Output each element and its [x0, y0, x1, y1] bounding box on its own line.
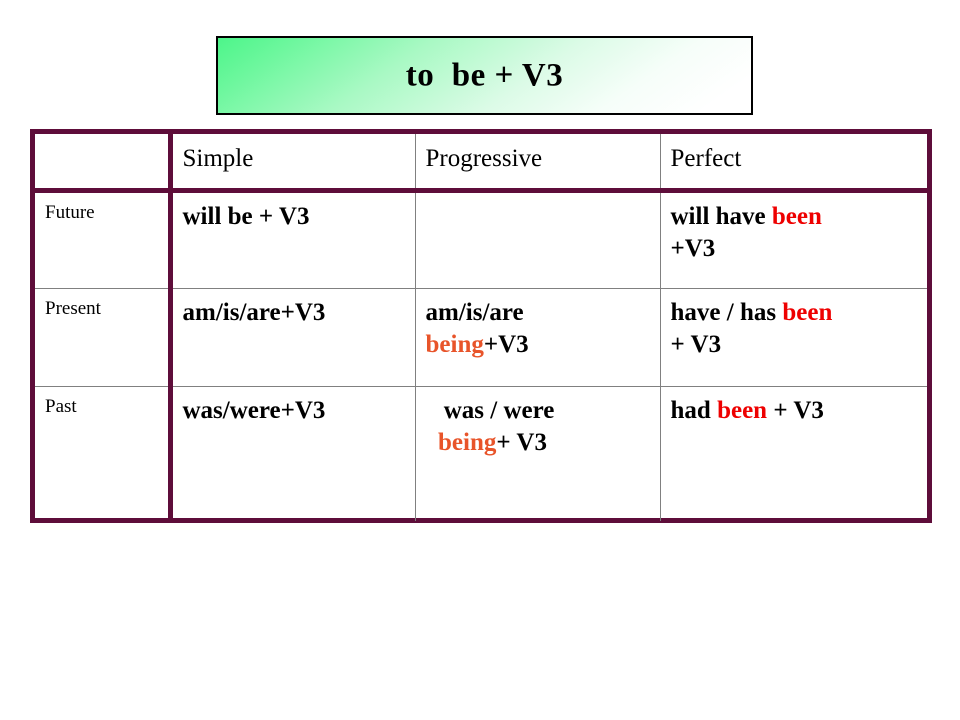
row-label-present: Present [35, 288, 173, 387]
cell-future-progressive [415, 190, 661, 289]
column-header-progressive: Progressive [415, 134, 661, 193]
cell-text: had been + V3 [671, 397, 824, 424]
text-run: had [670, 396, 718, 424]
column-header-simple: Simple [170, 134, 416, 193]
cell-text: am/is/are+V3 [183, 299, 326, 326]
cell-text: have / has been + V3 [671, 299, 833, 358]
cell-text: was / were being+ V3 [426, 397, 554, 456]
row-label-past: Past [35, 386, 173, 521]
text-run: being [425, 330, 484, 358]
cell-present-progressive: am/is/are being+V3 [415, 288, 661, 387]
tense-table: Simple Progressive Perfect Future will b… [30, 129, 932, 523]
table-header-row: Simple Progressive Perfect [35, 134, 927, 193]
cell-past-perfect: had been + V3 [660, 386, 927, 521]
cell-future-simple: will be + V3 [170, 190, 416, 289]
text-run: +V3 [483, 330, 529, 358]
table-row: Present am/is/are+V3 am/is/are being+V3 … [35, 288, 927, 387]
column-header-perfect: Perfect [660, 134, 927, 193]
cell-text: will be + V3 [183, 203, 310, 230]
cell-future-perfect: will have been +V3 [660, 190, 927, 289]
text-run: +V3 [670, 234, 716, 262]
table-row: Past was/were+V3 was / were being+ V3 ha… [35, 386, 927, 521]
text-run: will have [670, 202, 772, 230]
cell-text: am/is/are being+V3 [426, 299, 529, 358]
page-title: to be + V3 [405, 57, 564, 93]
text-run: am/is/are+V3 [182, 298, 326, 326]
text-run: was/were+V3 [182, 396, 326, 424]
text-run: am/is/are [425, 298, 524, 326]
cell-present-perfect: have / has been + V3 [660, 288, 927, 387]
table-body: Simple Progressive Perfect Future will b… [35, 134, 927, 521]
text-run: have / has [670, 298, 783, 326]
title-banner: to be + V3 [216, 36, 753, 115]
text-run: been [771, 202, 822, 230]
tense-table-grid: Simple Progressive Perfect Future will b… [35, 134, 927, 521]
text-run: + V3 [670, 330, 722, 358]
text-run: been [717, 396, 768, 424]
cell-text: was/were+V3 [183, 397, 326, 424]
cell-text: will have been +V3 [671, 203, 822, 262]
text-run: been [782, 298, 833, 326]
text-run: will be + V3 [182, 202, 310, 230]
cell-past-progressive: was / were being+ V3 [415, 386, 661, 521]
header-corner-cell [35, 134, 173, 193]
cell-past-simple: was/were+V3 [170, 386, 416, 521]
text-run: + V3 [496, 428, 547, 456]
text-run: being [438, 428, 497, 456]
row-label-future: Future [35, 190, 173, 289]
table-row: Future will be + V3 will have been +V3 [35, 190, 927, 289]
cell-present-simple: am/is/are+V3 [170, 288, 416, 387]
text-run: + V3 [767, 396, 824, 424]
